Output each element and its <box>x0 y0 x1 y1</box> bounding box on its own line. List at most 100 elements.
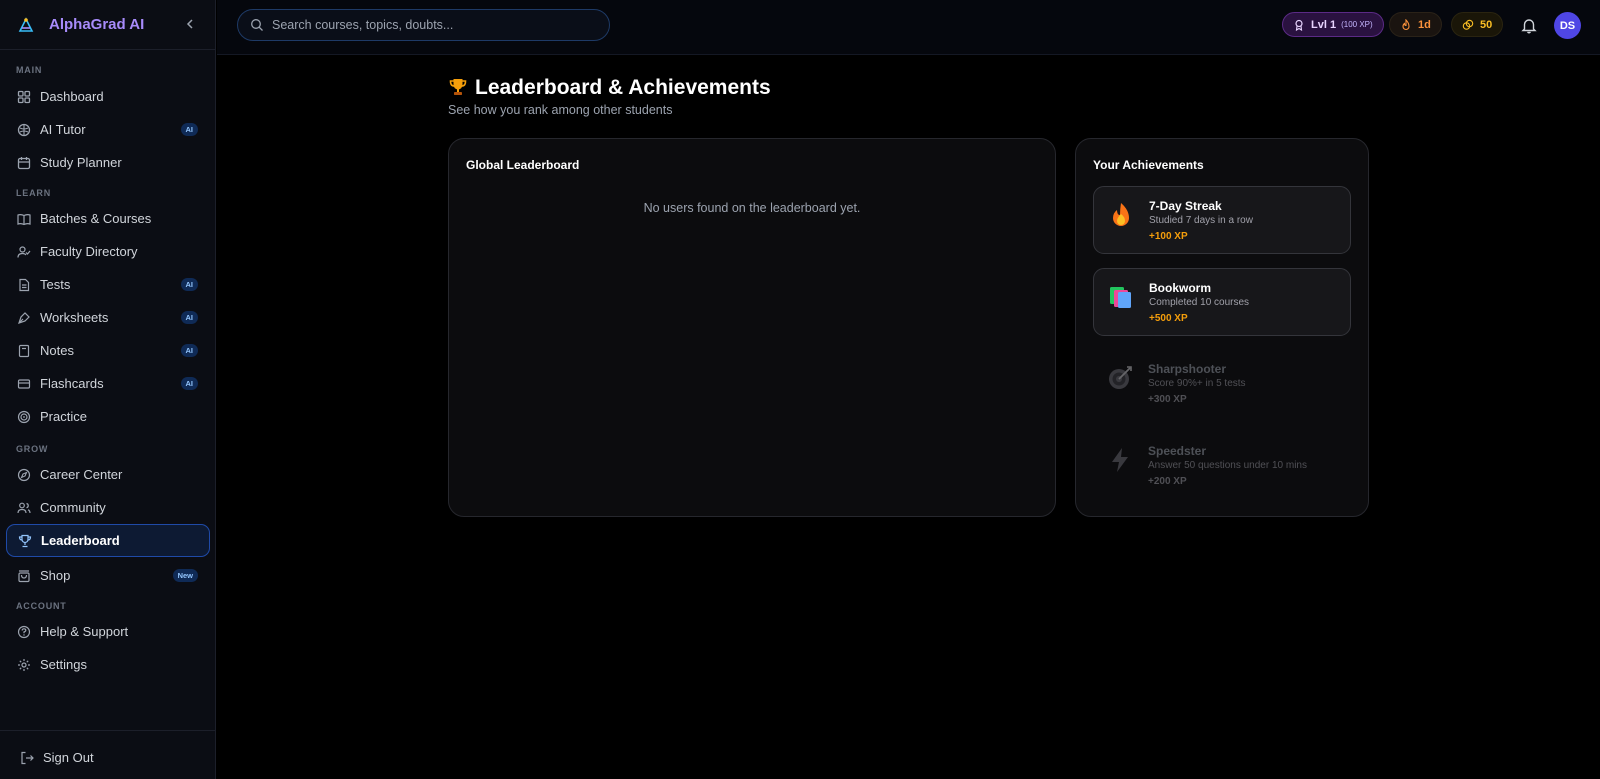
search-icon <box>250 18 264 32</box>
new-badge: New <box>172 569 198 582</box>
level-label: Lvl 1 <box>1311 18 1337 31</box>
brand-logo-icon <box>16 15 36 35</box>
sidebar-item-notes[interactable]: Notes AI <box>6 334 210 367</box>
lightning-icon <box>1105 445 1135 475</box>
achievement-description: Score 90%+ in 5 tests <box>1148 378 1246 389</box>
achievement-item[interactable]: 7-Day Streak Studied 7 days in a row +10… <box>1093 186 1351 254</box>
brain-icon <box>17 123 31 137</box>
sidebar-item-label: Settings <box>40 657 87 672</box>
global-leaderboard-card: Global Leaderboard No users found on the… <box>448 138 1056 517</box>
sidebar-item-tests[interactable]: Tests AI <box>6 268 210 301</box>
sidebar-item-label: Community <box>40 500 106 515</box>
brand-name: AlphaGrad AI <box>49 16 145 33</box>
coins-icon <box>1462 19 1474 31</box>
section-label-learn: LEARN <box>16 188 51 198</box>
achievement-description: Answer 50 questions under 10 mins <box>1148 460 1307 471</box>
collapse-sidebar-button[interactable] <box>180 14 200 34</box>
achievement-name: 7-Day Streak <box>1149 199 1222 213</box>
sidebar-item-label: Study Planner <box>40 155 122 170</box>
streak-pill[interactable]: 1d <box>1389 12 1442 37</box>
sidebar-item-flashcards[interactable]: Flashcards AI <box>6 367 210 400</box>
achievement-name: Speedster <box>1148 444 1207 458</box>
sidebar-item-label: Notes <box>40 343 74 358</box>
ai-badge: AI <box>180 123 198 136</box>
sidebar-item-label: Leaderboard <box>41 533 120 548</box>
user-check-icon <box>17 245 31 259</box>
achievements-card: Your Achievements 7-Day Streak Studied 7… <box>1075 138 1369 517</box>
sidebar-item-label: Dashboard <box>40 89 104 104</box>
achievement-item-locked[interactable]: Sharpshooter Score 90%+ in 5 tests +300 … <box>1093 350 1351 418</box>
sidebar-item-label: Help & Support <box>40 624 129 639</box>
flame-icon <box>1400 18 1412 31</box>
books-icon <box>1106 282 1136 312</box>
page-title: Leaderboard & Achievements <box>448 76 771 100</box>
dart-target-icon <box>1105 363 1135 393</box>
level-pill[interactable]: Lvl 1 (100 XP) <box>1282 12 1384 37</box>
sign-out-label: Sign Out <box>43 750 94 765</box>
achievement-description: Studied 7 days in a row <box>1149 215 1253 226</box>
achievement-xp: +300 XP <box>1148 394 1187 405</box>
coins-pill[interactable]: 50 <box>1451 12 1504 37</box>
sidebar-item-settings[interactable]: Settings <box>6 648 210 681</box>
sidebar-item-practice[interactable]: Practice <box>6 400 210 433</box>
sidebar-item-dashboard[interactable]: Dashboard <box>6 80 210 113</box>
global-leaderboard-title: Global Leaderboard <box>466 158 580 172</box>
award-icon <box>1293 19 1305 31</box>
section-label-main: MAIN <box>16 65 43 75</box>
avatar[interactable]: DS <box>1554 12 1581 39</box>
achievement-name: Sharpshooter <box>1148 362 1227 376</box>
trophy-icon <box>18 534 32 548</box>
target-icon <box>17 410 31 424</box>
level-xp: (100 XP) <box>1341 20 1373 29</box>
page-title-text: Leaderboard & Achievements <box>475 76 771 99</box>
search-input[interactable] <box>272 18 592 32</box>
file-text-icon <box>17 278 31 292</box>
book-open-icon <box>17 212 31 226</box>
sidebar-item-label: AI Tutor <box>40 122 86 137</box>
sidebar-item-shop[interactable]: Shop New <box>6 559 210 592</box>
search-box[interactable] <box>237 9 610 41</box>
ai-badge: AI <box>180 311 198 324</box>
ai-badge: AI <box>180 278 198 291</box>
section-label-grow: GROW <box>16 444 49 454</box>
sidebar-item-worksheets[interactable]: Worksheets AI <box>6 301 210 334</box>
ai-badge: AI <box>180 344 198 357</box>
sidebar-item-career-center[interactable]: Career Center <box>6 458 210 491</box>
sidebar-item-ai-tutor[interactable]: AI Tutor AI <box>6 113 210 146</box>
sidebar-item-faculty-directory[interactable]: Faculty Directory <box>6 235 210 268</box>
gear-icon <box>17 658 31 672</box>
achievement-item-locked[interactable]: Speedster Answer 50 questions under 10 m… <box>1093 432 1351 500</box>
grid-icon <box>17 90 31 104</box>
sidebar-item-label: Flashcards <box>40 376 104 391</box>
sidebar-item-leaderboard[interactable]: Leaderboard <box>6 524 210 557</box>
sidebar-item-help-support[interactable]: Help & Support <box>6 615 210 648</box>
sidebar-item-study-planner[interactable]: Study Planner <box>6 146 210 179</box>
streak-value: 1d <box>1418 18 1431 31</box>
chevron-left-icon <box>186 19 193 29</box>
bag-icon <box>17 569 31 583</box>
topbar: Lvl 1 (100 XP) 1d 50 DS <box>217 0 1600 55</box>
achievement-description: Completed 10 courses <box>1149 297 1250 308</box>
coins-value: 50 <box>1480 18 1493 31</box>
fire-icon <box>1106 200 1136 230</box>
notebook-icon <box>17 344 31 358</box>
pen-tool-icon <box>17 311 31 325</box>
cards-icon <box>17 377 31 391</box>
sidebar-item-label: Faculty Directory <box>40 244 138 259</box>
sign-out-button[interactable]: Sign Out <box>20 750 94 765</box>
trophy-icon <box>448 77 470 99</box>
sidebar-item-community[interactable]: Community <box>6 491 210 524</box>
sidebar-item-label: Tests <box>40 277 71 292</box>
section-label-account: ACCOUNT <box>16 601 67 611</box>
sidebar-item-batches-courses[interactable]: Batches & Courses <box>6 202 210 235</box>
sidebar: AlphaGrad AI MAIN Dashboard AI Tutor AI … <box>0 0 216 779</box>
achievement-item[interactable]: Bookworm Completed 10 courses +500 XP <box>1093 268 1351 336</box>
help-circle-icon <box>17 625 31 639</box>
sidebar-item-label: Practice <box>40 409 87 424</box>
leaderboard-empty-message: No users found on the leaderboard yet. <box>643 201 861 215</box>
notifications-bell-icon[interactable] <box>1520 16 1538 34</box>
ai-badge: AI <box>180 377 198 390</box>
achievement-xp: +500 XP <box>1149 313 1188 324</box>
achievements-title: Your Achievements <box>1093 158 1204 172</box>
sidebar-item-label: Worksheets <box>40 310 109 325</box>
